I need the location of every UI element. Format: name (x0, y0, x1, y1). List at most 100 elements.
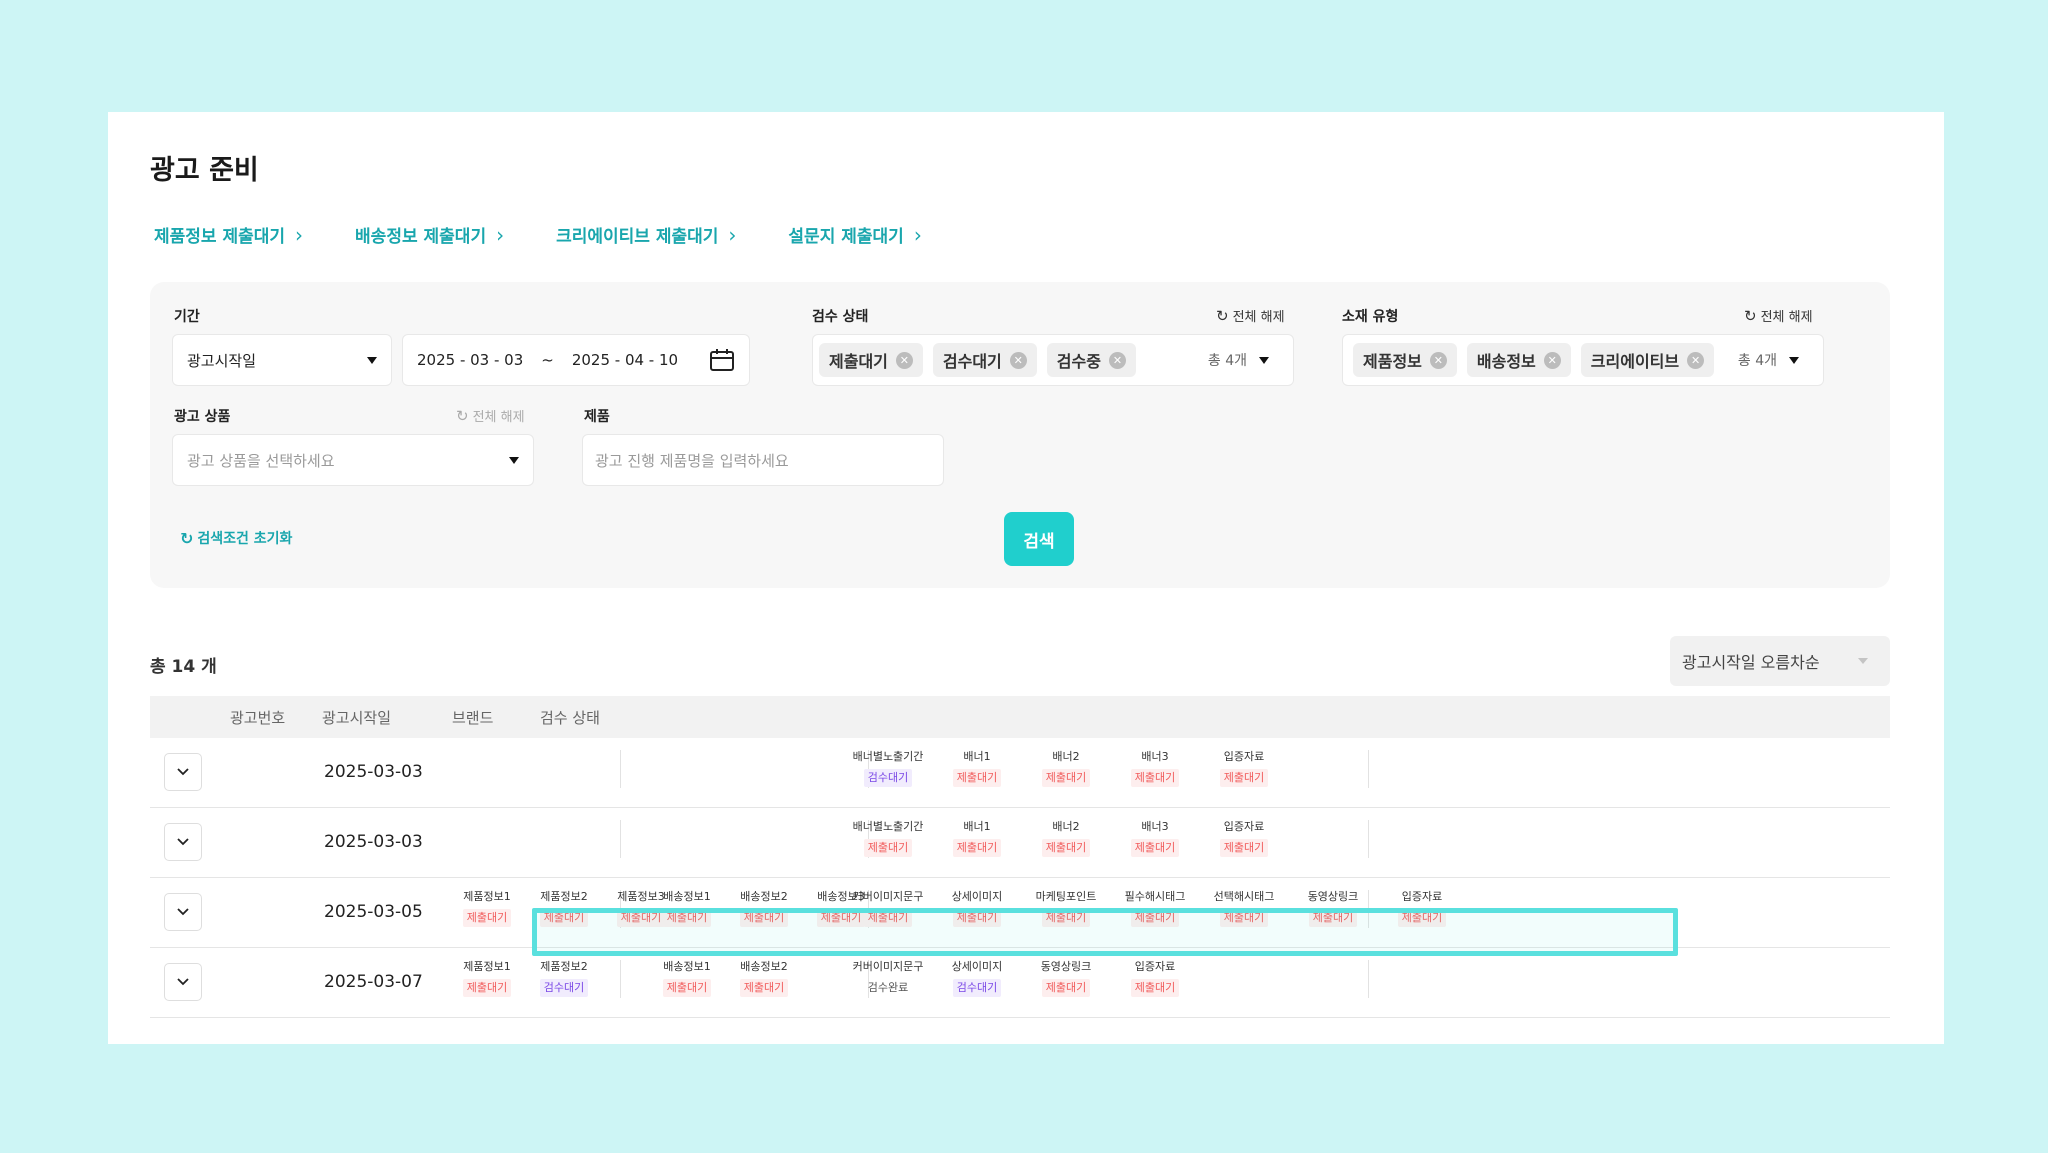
sort-value: 광고시작일 오름차순 (1682, 653, 1820, 672)
status-item[interactable]: 배너3 제출대기 (1110, 818, 1200, 857)
dropdown-triangle-icon (1858, 658, 1868, 664)
status-item-name: 배너3 (1141, 750, 1169, 763)
status-item-name: 선택해시태그 (1213, 890, 1275, 903)
selected-count-text: 총 4개 (1737, 353, 1777, 369)
row-start-date: 2025-03-07 (324, 972, 423, 992)
status-item[interactable]: 배너1 제출대기 (932, 818, 1022, 857)
expand-row-button[interactable] (164, 893, 202, 931)
dropdown-triangle-icon (367, 356, 377, 364)
column-divider (1368, 820, 1369, 858)
status-item[interactable]: 배너1 제출대기 (932, 748, 1022, 787)
calendar-icon[interactable] (709, 348, 735, 372)
status-item[interactable]: 입증자료 제출대기 (1110, 958, 1200, 997)
status-item[interactable]: 상세이미지 검수대기 (932, 958, 1022, 997)
status-item[interactable]: 필수해시태그 제출대기 (1110, 888, 1200, 927)
remove-chip-icon[interactable]: ✕ (1543, 351, 1561, 369)
quick-link-shipping-info[interactable]: 배송정보 제출대기 › (355, 222, 504, 248)
remove-chip-icon[interactable]: ✕ (1687, 351, 1705, 369)
status-badge: 제출대기 (952, 839, 1002, 857)
table-row: 2025-03-03 배너별노출기간 제출대기 배너1 제출대기 배너2 제출대기 배너3 제출… (150, 808, 1890, 878)
status-badge: 제출대기 (863, 839, 913, 857)
sort-select[interactable]: 광고시작일 오름차순 (1670, 636, 1890, 686)
search-button[interactable]: 검색 (1004, 512, 1074, 566)
refresh-icon: ↻ (1744, 306, 1757, 325)
remove-chip-icon[interactable]: ✕ (1429, 351, 1447, 369)
chevron-down-icon (177, 838, 189, 846)
remove-chip-icon[interactable]: ✕ (1009, 351, 1027, 369)
quick-link-survey[interactable]: 설문지 제출대기 › (788, 222, 921, 248)
reset-conditions-button[interactable]: ↻ 검색조건 초기화 (180, 528, 292, 548)
refresh-icon: ↻ (456, 406, 469, 425)
status-badge: 검수대기 (952, 979, 1002, 997)
status-badge: 제출대기 (1219, 909, 1269, 927)
status-chip: 검수대기 ✕ (932, 343, 1037, 377)
status-badge: 제출대기 (739, 979, 789, 997)
date-range-field[interactable]: 2025 - 03 - 03 ~ 2025 - 04 - 10 (402, 334, 750, 386)
status-item-name: 배너1 (963, 820, 991, 833)
date-range-separator: ~ (541, 351, 554, 369)
reset-label: 검색조건 초기화 (197, 531, 293, 547)
header-review-status: 검수 상태 (540, 709, 600, 727)
filter-panel: 기간 광고시작일 2025 - 03 - 03 ~ 2025 - 04 - 10… (150, 282, 1890, 588)
status-item[interactable]: 커버이미지문구 제출대기 (843, 888, 933, 927)
period-type-select[interactable]: 광고시작일 (172, 334, 392, 386)
column-divider (620, 820, 621, 858)
status-item[interactable]: 제품정보2 검수대기 (519, 958, 609, 997)
expand-row-button[interactable] (164, 753, 202, 791)
status-badge: 제출대기 (1219, 769, 1269, 787)
review-status-select[interactable]: 제출대기 ✕ 검수대기 ✕ 검수중 ✕ 총 4개 (812, 334, 1294, 386)
status-item[interactable]: 배너3 제출대기 (1110, 748, 1200, 787)
remove-chip-icon[interactable]: ✕ (1108, 351, 1126, 369)
status-badge: 제출대기 (1041, 909, 1091, 927)
status-item[interactable]: 커버이미지문구 검수완료 (843, 958, 933, 997)
status-item[interactable]: 배너2 제출대기 (1021, 818, 1111, 857)
status-item[interactable]: 마케팅포인트 제출대기 (1021, 888, 1111, 927)
status-item[interactable]: 동영상링크 제출대기 (1288, 888, 1378, 927)
material-chip: 배송정보 ✕ (1466, 343, 1571, 377)
chip-label: 배송정보 (1476, 352, 1536, 371)
status-item[interactable]: 상세이미지 제출대기 (932, 888, 1022, 927)
review-status-label: 검수 상태 (812, 309, 869, 325)
expand-row-button[interactable] (164, 963, 202, 1001)
chevron-down-icon (177, 768, 189, 776)
status-item[interactable]: 배너별노출기간 검수대기 (843, 748, 933, 787)
status-chip: 검수중 ✕ (1046, 343, 1136, 377)
ad-product-select[interactable]: 광고 상품을 선택하세요 (172, 434, 534, 486)
status-item-name: 배송정보2 (740, 960, 788, 973)
total-count: 총 14 개 (150, 657, 217, 677)
selected-count-text: 총 4개 (1207, 353, 1247, 369)
material-type-select[interactable]: 제품정보 ✕ 배송정보 ✕ 크리에이티브 ✕ 총 4개 (1342, 334, 1824, 386)
material-type-clear[interactable]: ↻ 전체 해제 (1744, 306, 1813, 326)
review-status-clear[interactable]: ↻ 전체 해제 (1216, 306, 1285, 326)
status-badge: 제출대기 (952, 769, 1002, 787)
status-item[interactable]: 배송정보2 제출대기 (719, 958, 809, 997)
status-item[interactable]: 동영상링크 제출대기 (1021, 958, 1111, 997)
chevron-down-icon (177, 978, 189, 986)
ad-product-clear[interactable]: ↻ 전체 해제 (456, 406, 525, 426)
dropdown-triangle-icon (509, 456, 519, 464)
status-item[interactable]: 배너별노출기간 제출대기 (843, 818, 933, 857)
row-start-date: 2025-03-03 (324, 832, 423, 852)
expand-row-button[interactable] (164, 823, 202, 861)
status-item[interactable]: 입증자료 제출대기 (1199, 748, 1289, 787)
status-item-name: 커버이미지문구 (852, 890, 924, 903)
quick-link-creative[interactable]: 크리에이티브 제출대기 › (556, 222, 736, 248)
status-item[interactable]: 입증자료 제출대기 (1199, 818, 1289, 857)
header-brand: 브랜드 (452, 709, 494, 727)
chip-label: 검수대기 (942, 352, 1002, 371)
product-input[interactable]: 광고 진행 제품명을 입력하세요 (582, 434, 944, 486)
row-start-date: 2025-03-03 (324, 762, 423, 782)
status-item-name: 동영상링크 (1040, 960, 1092, 973)
period-type-value: 광고시작일 (187, 351, 257, 370)
quick-link-product-info[interactable]: 제품정보 제출대기 › (154, 222, 303, 248)
status-badge: 제출대기 (1219, 839, 1269, 857)
status-item[interactable]: 배너2 제출대기 (1021, 748, 1111, 787)
clear-label: 전체 해제 (1760, 310, 1813, 325)
status-item[interactable]: 선택해시태그제출대기 (1199, 888, 1289, 927)
status-badge: 제출대기 (952, 909, 1002, 927)
status-item[interactable]: 입증자료 제출대기 (1377, 888, 1467, 927)
status-item-name: 입증자료 (1134, 960, 1176, 973)
ad-product-placeholder: 광고 상품을 선택하세요 (187, 451, 335, 470)
remove-chip-icon[interactable]: ✕ (895, 351, 913, 369)
status-badge: 제출대기 (539, 909, 589, 927)
